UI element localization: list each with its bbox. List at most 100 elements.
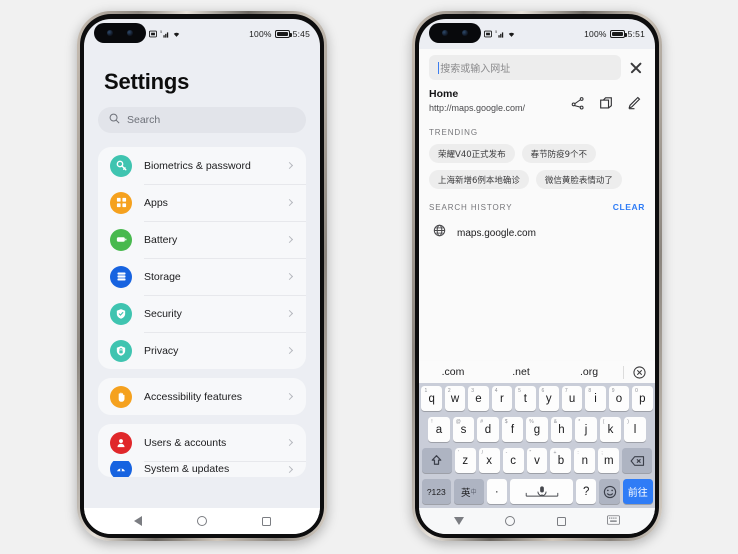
keyboard-row-2: ! a @ s # d $ f % g & h * j (k ) l [419, 414, 655, 445]
settings-group-3: Users & accounts System & updates [98, 424, 306, 477]
key-j[interactable]: * j [575, 417, 597, 442]
key-g[interactable]: % g [526, 417, 548, 442]
battery-percent-label: 100% [584, 29, 607, 39]
home-actions [571, 88, 645, 115]
keyboard-row-4: ?123 英中 · ? 前往 [419, 476, 655, 507]
edit-icon[interactable] [627, 96, 641, 115]
phone-device-right: 5 100% 5:51 搜索或输入网址 Home http://maps.goo… [412, 11, 662, 541]
key-r[interactable]: 4r [491, 386, 513, 411]
key-d[interactable]: # d [477, 417, 499, 442]
signal-bars-icon: 5 [160, 30, 170, 38]
key-y[interactable]: 6y [538, 386, 559, 411]
key-f[interactable]: $ f [501, 417, 524, 442]
key-superscript: 0 [635, 387, 638, 394]
search-input[interactable]: Search [98, 107, 306, 133]
chevron-right-icon [285, 198, 294, 207]
home-bookmark-block: Home http://maps.google.com/ [419, 84, 655, 115]
suggestion-net[interactable]: .net [487, 366, 555, 378]
language-toggle-key[interactable]: 英中 [454, 479, 484, 504]
key-l[interactable]: ) l [624, 417, 646, 442]
sidebar-item-accessibility[interactable]: Accessibility features [98, 378, 306, 415]
key-u[interactable]: 7u [561, 386, 583, 411]
key-p[interactable]: 0p [632, 386, 653, 411]
recents-square-icon[interactable] [556, 516, 566, 526]
key-v[interactable]: " v [526, 448, 548, 473]
chevron-right-icon [285, 438, 294, 447]
sidebar-item-security[interactable]: Security [98, 295, 306, 332]
key-label: j [584, 423, 588, 436]
clear-history-button[interactable]: CLEAR [613, 202, 645, 212]
key-label: f [510, 423, 515, 436]
wifi-icon [507, 30, 516, 38]
search-history-heading-label: SEARCH HISTORY [429, 202, 513, 212]
camera-lens-icon [462, 30, 468, 36]
share-icon[interactable] [571, 96, 585, 115]
key-s[interactable]: @ s [452, 417, 475, 442]
sidebar-item-biometrics[interactable]: Biometrics & password [98, 147, 306, 184]
key-h[interactable]: & h [550, 417, 573, 442]
sidebar-item-apps[interactable]: Apps [98, 184, 306, 221]
backspace-icon[interactable] [622, 448, 653, 473]
key-o[interactable]: 9o [608, 386, 630, 411]
down-triangle-icon[interactable] [453, 517, 464, 525]
key-n[interactable]: :n [574, 448, 596, 473]
key-e[interactable]: 3e [468, 386, 489, 411]
key-i[interactable]: 8i [585, 386, 606, 411]
home-circle-icon[interactable] [505, 516, 516, 526]
numeric-mode-key[interactable]: ?123 [421, 479, 452, 504]
key-label: k [607, 423, 614, 436]
recents-square-icon[interactable] [261, 516, 271, 526]
trending-chip[interactable]: 上海新增6例本地确诊 [429, 170, 529, 189]
key-superscript: ! [431, 418, 433, 425]
key-label: y [545, 392, 552, 405]
home-texts: Home http://maps.google.com/ [429, 88, 571, 113]
key-superscript: 2 [447, 387, 451, 394]
key-x[interactable]: / x [478, 448, 500, 473]
settings-group-1: Biometrics & password Apps Battery Stora… [98, 147, 306, 369]
key-label: o [615, 392, 623, 405]
go-button[interactable]: 前往 [622, 479, 653, 504]
list-item[interactable]: maps.google.com [419, 219, 655, 242]
key-k[interactable]: (k [599, 417, 622, 442]
sidebar-item-users-accounts[interactable]: Users & accounts [98, 424, 306, 461]
home-circle-icon[interactable] [196, 516, 207, 526]
sidebar-item-privacy[interactable]: Privacy [98, 332, 306, 369]
key-b[interactable]: + b [550, 448, 572, 473]
keyboard-close-icon[interactable] [623, 365, 655, 379]
user-icon [110, 431, 132, 454]
sidebar-item-system-updates[interactable]: System & updates [98, 461, 306, 477]
period-key[interactable]: · [486, 479, 508, 504]
suggestion-com[interactable]: .com [419, 366, 487, 378]
suggestion-org[interactable]: .org [555, 366, 623, 378]
phone-screen-settings: 5 100% 5:45 Settings Search Biometrics &… [84, 19, 320, 534]
trending-chip[interactable]: 微信黄脸表情动了 [535, 170, 622, 189]
phone-bezel-right: 5 100% 5:51 搜索或输入网址 Home http://maps.goo… [415, 14, 659, 538]
url-input[interactable]: 搜索或输入网址 [429, 55, 621, 80]
sidebar-item-storage[interactable]: Storage [98, 258, 306, 295]
trending-chip[interactable]: 荣耀V40正式发布 [429, 144, 515, 163]
key-q[interactable]: 1q [421, 386, 442, 411]
emoji-icon[interactable] [599, 479, 620, 504]
key-z[interactable]: ' z [454, 448, 476, 473]
space-key[interactable] [510, 479, 573, 504]
key-label: b [557, 454, 565, 467]
key-a[interactable]: ! a [428, 417, 450, 442]
key-t[interactable]: 5t [515, 386, 536, 411]
hand-icon [110, 385, 132, 408]
camera-punch-hole-left [94, 23, 146, 43]
key-superscript: ) [627, 418, 629, 425]
key-w[interactable]: 2w [444, 386, 466, 411]
status-icons-right: 100% 5:45 [249, 29, 310, 39]
trending-chip[interactable]: 春节防疫9个不 [521, 144, 597, 163]
keyboard-icon[interactable] [607, 512, 621, 530]
close-icon[interactable] [627, 59, 645, 77]
back-triangle-icon[interactable] [133, 516, 142, 526]
key-label: r [499, 392, 504, 405]
key-m[interactable]: ; m [598, 448, 620, 473]
sidebar-item-battery[interactable]: Battery [98, 221, 306, 258]
key-label: d [484, 423, 492, 436]
question-key[interactable]: ? [575, 479, 597, 504]
shift-icon[interactable] [421, 448, 452, 473]
copy-icon[interactable] [599, 96, 613, 115]
key-c[interactable]: -c [502, 448, 524, 473]
